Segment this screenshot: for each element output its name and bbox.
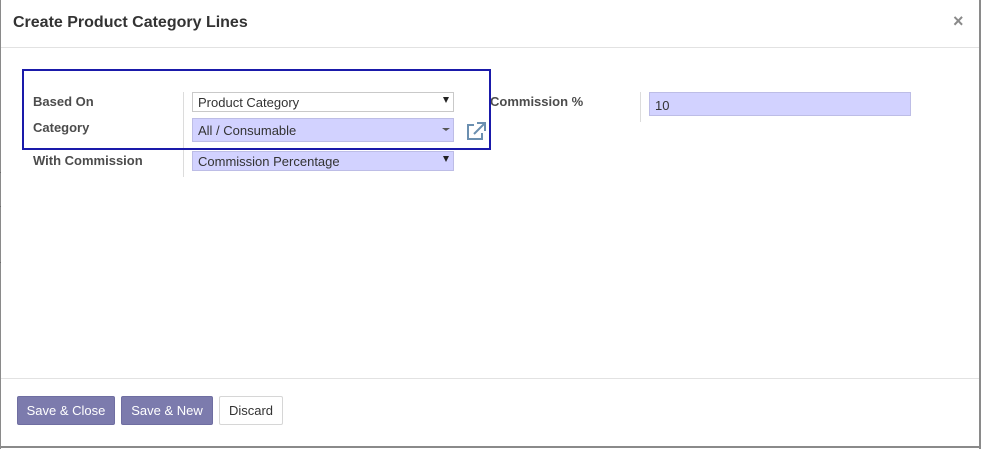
close-icon[interactable]: × [953,11,964,31]
discard-button[interactable]: Discard [219,396,283,425]
save-close-button[interactable]: Save & Close [17,396,115,425]
column-divider [640,92,641,122]
dropdown-caret-icon [443,156,449,162]
with-commission-label: With Commission [33,153,143,168]
highlight-box [22,69,491,150]
window-edge-bottom [0,446,981,448]
commission-pct-input[interactable]: 10 [649,92,911,116]
commission-pct-label: Commission % [490,94,584,109]
modal-footer: Save & Close Save & New Discard [1,378,979,447]
modal-header: Create Product Category Lines × [1,0,979,48]
modal-dialog: Create Product Category Lines × Based On… [1,0,979,446]
modal-title: Create Product Category Lines [13,14,248,31]
with-commission-select[interactable]: Commission Percentage [192,151,454,171]
save-new-button[interactable]: Save & New [121,396,213,425]
commission-pct-value: 10 [655,98,670,113]
with-commission-value: Commission Percentage [198,154,340,169]
